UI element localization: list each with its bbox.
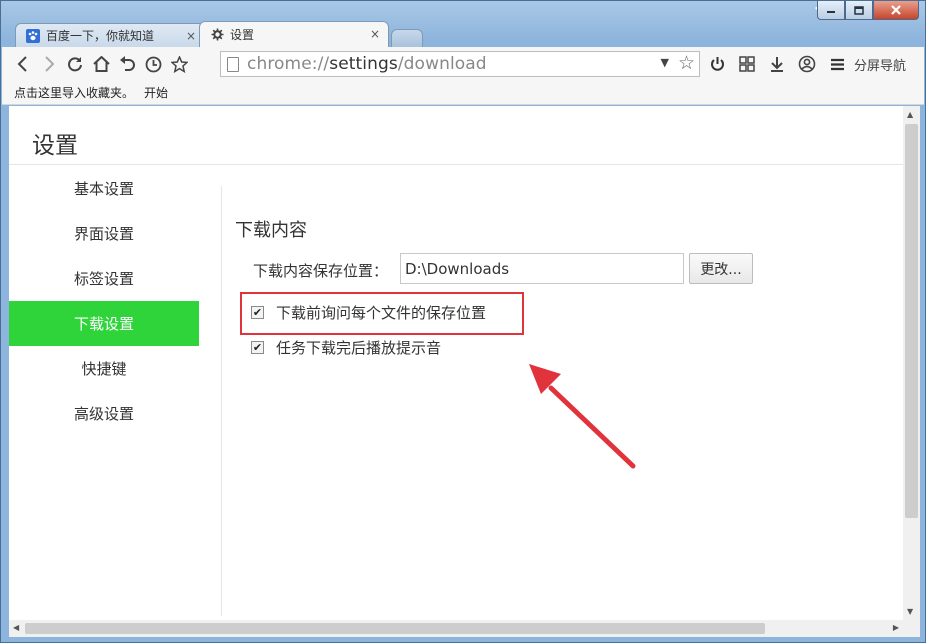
tab-title: 百度一下，你就知道 <box>46 29 155 43</box>
scroll-down-icon[interactable]: ▼ <box>907 607 913 616</box>
highlight-box <box>240 292 524 335</box>
address-bar[interactable]: chrome://settings/download ▼ ☆ <box>220 51 700 77</box>
download-icon[interactable] <box>764 51 790 77</box>
section-title: 下载内容 <box>235 220 307 241</box>
reload-icon[interactable] <box>62 51 88 77</box>
minimize-button[interactable] <box>817 1 845 20</box>
scroll-right-icon[interactable]: ▶ <box>893 623 899 632</box>
import-bookmarks-link[interactable]: 点击这里导入收藏夹。 <box>14 84 134 101</box>
tab-settings[interactable]: 设置 × <box>199 21 389 47</box>
power-icon[interactable] <box>704 51 730 77</box>
user-icon[interactable] <box>794 51 820 77</box>
nav-item-download[interactable]: 下载设置 <box>9 301 199 346</box>
maximize-button[interactable] <box>845 1 873 20</box>
new-tab-button[interactable] <box>391 29 423 47</box>
scroll-corner <box>903 620 920 637</box>
play-sound-checkbox[interactable]: ✔ <box>251 341 264 354</box>
horizontal-scrollbar[interactable]: ◀ ▶ <box>9 620 903 637</box>
split-screen-nav-button[interactable]: 分屏导航 <box>854 55 906 74</box>
paw-icon <box>26 28 40 43</box>
undo-icon[interactable] <box>114 51 140 77</box>
scroll-thumb[interactable] <box>25 623 765 634</box>
divider <box>9 164 903 165</box>
nav-item-basic[interactable]: 基本设置 <box>9 166 199 211</box>
apps-icon[interactable] <box>734 51 760 77</box>
nav-item-tabs[interactable]: 标签设置 <box>9 256 199 301</box>
settings-nav: 基本设置 界面设置 标签设置 下载设置 快捷键 高级设置 <box>9 166 199 436</box>
page-icon <box>227 56 239 72</box>
history-icon[interactable] <box>140 51 166 77</box>
download-location-label: 下载内容保存位置： <box>253 262 389 280</box>
play-sound-label: 任务下载完后播放提示音 <box>276 339 442 357</box>
right-tools <box>704 51 850 77</box>
nav-item-interface[interactable]: 界面设置 <box>9 211 199 256</box>
scroll-left-icon[interactable]: ◀ <box>13 623 19 632</box>
scroll-up-icon[interactable]: ▲ <box>907 110 913 119</box>
close-window-button[interactable] <box>873 1 919 20</box>
chevron-down-icon[interactable]: ▼ <box>661 56 669 69</box>
nav-item-advanced[interactable]: 高级设置 <box>9 391 199 436</box>
scroll-thumb[interactable] <box>905 124 918 518</box>
browser-window: 百度一下，你就知道 × 设置 × chrome://settings/downl… <box>0 0 926 643</box>
change-location-button[interactable]: 更改... <box>689 253 753 284</box>
start-bookmark[interactable]: 开始 <box>144 84 168 101</box>
gear-icon <box>210 28 224 42</box>
tab-title: 设置 <box>230 28 255 42</box>
tab-strip: 百度一下，你就知道 × 设置 × <box>15 21 423 47</box>
settings-page: 设置 基本设置 界面设置 标签设置 下载设置 快捷键 高级设置 下载内容 下载内… <box>9 106 903 620</box>
page-title: 设置 <box>32 133 78 159</box>
annotation-arrow <box>529 364 636 469</box>
forward-icon[interactable] <box>36 51 62 77</box>
close-tab-icon[interactable]: × <box>370 27 380 41</box>
tab-baidu[interactable]: 百度一下，你就知道 × <box>15 23 205 47</box>
download-location-input[interactable] <box>400 253 684 284</box>
divider <box>221 186 222 616</box>
play-sound-option[interactable]: ✔ 任务下载完后播放提示音 <box>251 337 441 358</box>
back-icon[interactable] <box>10 51 36 77</box>
menu-icon[interactable] <box>824 51 850 77</box>
nav-item-shortcuts[interactable]: 快捷键 <box>9 346 199 391</box>
toolbar: chrome://settings/download ▼ ☆ 分屏导航 <box>2 47 924 81</box>
home-icon[interactable] <box>88 51 114 77</box>
star-icon[interactable]: ☆ <box>678 52 695 74</box>
favorite-icon[interactable] <box>166 51 192 77</box>
vertical-scrollbar[interactable]: ▲ ▼ <box>903 106 920 620</box>
window-controls <box>817 1 919 20</box>
url-text: chrome://settings/download <box>247 54 487 74</box>
close-tab-icon[interactable]: × <box>186 29 196 43</box>
bookmarks-bar: 点击这里导入收藏夹。 开始 <box>2 81 924 105</box>
